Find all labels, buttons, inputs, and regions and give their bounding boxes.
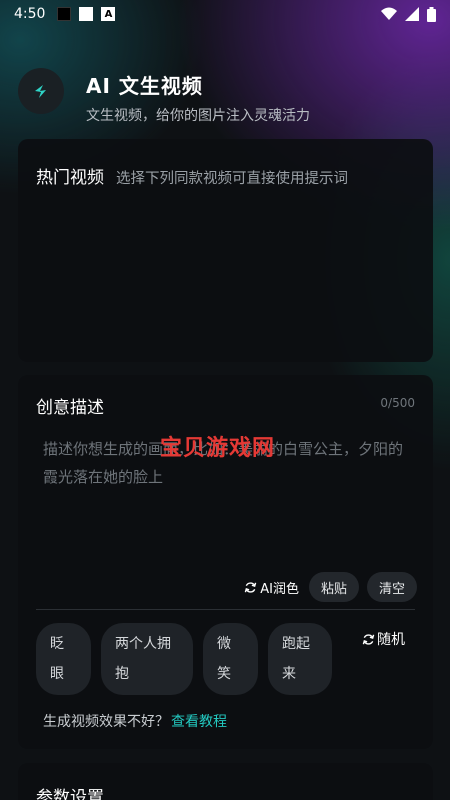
hot-videos-card: 热门视频 选择下列同款视频可直接使用提示词	[18, 139, 433, 362]
status-bar: 4:50 A	[0, 0, 450, 28]
char-counter: 0/500	[380, 396, 415, 410]
random-label: 随机	[377, 632, 405, 648]
paste-button[interactable]: 粘贴	[308, 572, 359, 602]
page-subtitle: 文生视频，给你的图片注入灵魂活力	[86, 108, 310, 124]
app-notification-icon: A	[101, 7, 116, 21]
hot-videos-hint: 选择下列同款视频可直接使用提示词	[116, 171, 348, 187]
status-icons	[381, 6, 436, 22]
creative-title: 创意描述	[36, 398, 104, 418]
clear-button[interactable]: 清空	[366, 572, 417, 602]
refresh-icon	[362, 633, 375, 645]
notification-icon	[79, 7, 94, 21]
notification-icon	[57, 7, 72, 21]
logo-icon	[35, 85, 46, 98]
ai-polish-button[interactable]: AI润色	[244, 578, 299, 597]
page-header: AI 文生视频 文生视频，给你的图片注入灵魂活力	[18, 66, 310, 125]
tutorial-link[interactable]: 查看教程	[171, 714, 227, 730]
params-card: 参数设置	[18, 763, 433, 800]
battery-icon	[427, 6, 436, 22]
chip-smile[interactable]: 微笑	[203, 623, 258, 695]
tutorial-text: 生成视频效果不好？	[43, 714, 169, 730]
prompt-chips: 眨眼 两个人拥抱 微笑 跑起来 随机	[36, 623, 405, 695]
status-time: 4:50	[14, 6, 46, 22]
chip-run[interactable]: 跑起来	[268, 623, 332, 695]
prompt-tools: AI润色 粘贴 清空	[244, 572, 417, 602]
app-logo	[18, 68, 64, 114]
params-title: 参数设置	[36, 788, 104, 800]
signal-icon	[405, 7, 419, 21]
chip-hug[interactable]: 两个人拥抱	[101, 623, 193, 695]
ai-polish-label: AI润色	[260, 581, 299, 597]
chip-blink[interactable]: 眨眼	[36, 623, 91, 695]
tutorial-row: 生成视频效果不好？ 查看教程	[43, 711, 227, 731]
hot-videos-title: 热门视频	[36, 168, 104, 188]
divider	[36, 609, 415, 610]
watermark: 宝贝游戏网	[160, 436, 276, 461]
wifi-icon	[381, 7, 397, 20]
creative-description-card: 创意描述 0/500 描述你想生成的画面，比如：美丽的白雪公主，夕阳的霞光落在她…	[18, 375, 433, 749]
page-title: AI 文生视频	[86, 74, 203, 98]
refresh-icon	[244, 581, 257, 593]
random-button[interactable]: 随机	[362, 629, 405, 649]
